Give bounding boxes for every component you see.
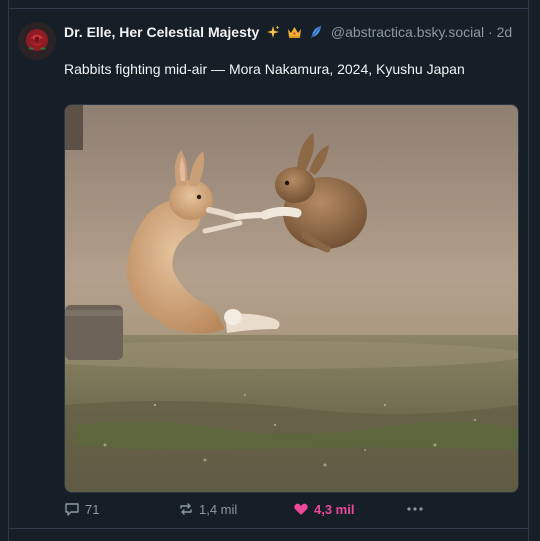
author-display-name[interactable]: Dr. Elle, Her Celestial Majesty (64, 24, 259, 40)
post-card[interactable]: Dr. Elle, Her Celestial Majesty @abstrac… (9, 9, 528, 528)
post-text: Rabbits fighting mid-air — Mora Nakamura… (64, 61, 465, 77)
rabbits-photo (65, 105, 518, 492)
repost-count: 1,4 mil (199, 501, 238, 517)
post-image[interactable] (64, 104, 519, 493)
reply-count: 71 (85, 501, 100, 517)
like-count: 4,3 mil (314, 501, 355, 517)
more-options-button[interactable] (406, 499, 429, 519)
post-timestamp[interactable]: 2d (497, 24, 513, 40)
like-button[interactable]: 4,3 mil (293, 499, 354, 519)
avatar[interactable] (18, 22, 56, 60)
author-handle[interactable]: @abstractica.bsky.social (331, 24, 484, 40)
heart-icon (294, 503, 308, 515)
header-separator: · (488, 24, 493, 40)
feather-icon (309, 25, 323, 43)
post-actions: 71 1,4 mil 4,3 mil (64, 499, 517, 519)
repost-button[interactable]: 1,4 mil (178, 499, 237, 519)
comment-icon (65, 503, 79, 516)
post-header: Dr. Elle, Her Celestial Majesty @abstrac… (64, 23, 512, 43)
window-frame-left (0, 0, 9, 541)
crown-icon (287, 25, 302, 43)
rose-icon (18, 22, 56, 60)
repost-icon (180, 503, 192, 515)
reply-button[interactable]: 71 (64, 499, 99, 519)
window-frame-right (528, 0, 540, 541)
sparkles-icon (266, 25, 280, 43)
post-divider-bottom (9, 528, 528, 529)
ellipsis-icon (407, 507, 423, 511)
